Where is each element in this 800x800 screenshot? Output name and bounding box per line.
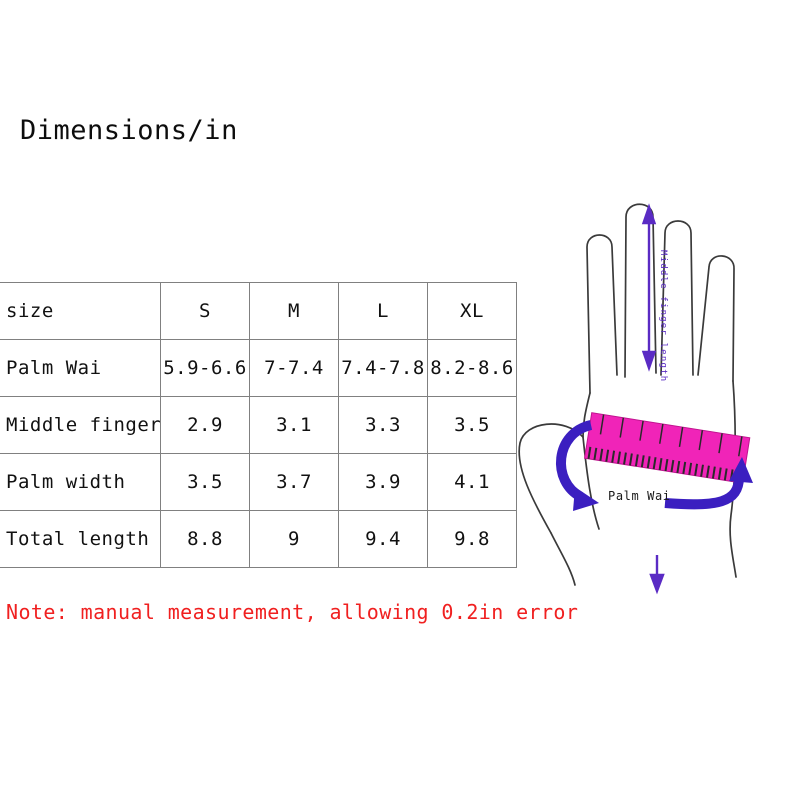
cell-middle-finger-l: 3.3 bbox=[338, 396, 428, 454]
cell-palm-wai-s: 5.9-6.6 bbox=[160, 339, 250, 397]
cell-total-length-m: 9 bbox=[249, 510, 339, 568]
table-row: Palm width 3.5 3.7 3.9 4.1 bbox=[0, 453, 517, 511]
table-row: Palm Wai 5.9-6.6 7-7.4 7.4-7.8 8.2-8.6 bbox=[0, 339, 517, 397]
table-header-row: size S M L XL bbox=[0, 282, 517, 340]
cell-middle-finger-s: 2.9 bbox=[160, 396, 250, 454]
cell-middle-finger-m: 3.1 bbox=[249, 396, 339, 454]
row-label-palm-width: Palm width bbox=[0, 453, 161, 511]
table-row: Middle finger 2.9 3.1 3.3 3.5 bbox=[0, 396, 517, 454]
row-label-total-length: Total length bbox=[0, 510, 161, 568]
page-title: Dimensions/in bbox=[20, 115, 238, 146]
cell-palm-width-m: 3.7 bbox=[249, 453, 339, 511]
size-table: size S M L XL Palm Wai 5.9-6.6 7-7.4 7.4… bbox=[0, 282, 517, 568]
hand-outline-icon bbox=[518, 203, 737, 586]
cell-palm-width-s: 3.5 bbox=[160, 453, 250, 511]
cell-palm-wai-m: 7-7.4 bbox=[249, 339, 339, 397]
header-cell-s: S bbox=[160, 282, 250, 340]
palm-wai-label: Palm Wai bbox=[608, 489, 671, 503]
header-cell-l: L bbox=[338, 282, 428, 340]
row-label-palm-wai: Palm Wai bbox=[0, 339, 161, 397]
total-length-arrow bbox=[649, 555, 665, 595]
ruler-icon bbox=[583, 412, 751, 484]
size-chart-canvas: Dimensions/in size S M L XL Palm Wai 5.9… bbox=[0, 0, 800, 800]
hand-measurement-diagram bbox=[495, 185, 800, 615]
table-row: Total length 8.8 9 9.4 9.8 bbox=[0, 510, 517, 568]
middle-finger-length-label: Middle finger length bbox=[658, 250, 668, 383]
cell-total-length-s: 8.8 bbox=[160, 510, 250, 568]
header-cell-size: size bbox=[0, 282, 161, 340]
measurement-note: Note: manual measurement, allowing 0.2in… bbox=[6, 600, 579, 624]
cell-palm-width-l: 3.9 bbox=[338, 453, 428, 511]
row-label-middle-finger: Middle finger bbox=[0, 396, 161, 454]
cell-palm-wai-l: 7.4-7.8 bbox=[338, 339, 428, 397]
palm-circumference-arrowhead-left bbox=[573, 487, 599, 511]
cell-total-length-l: 9.4 bbox=[338, 510, 428, 568]
header-cell-m: M bbox=[249, 282, 339, 340]
